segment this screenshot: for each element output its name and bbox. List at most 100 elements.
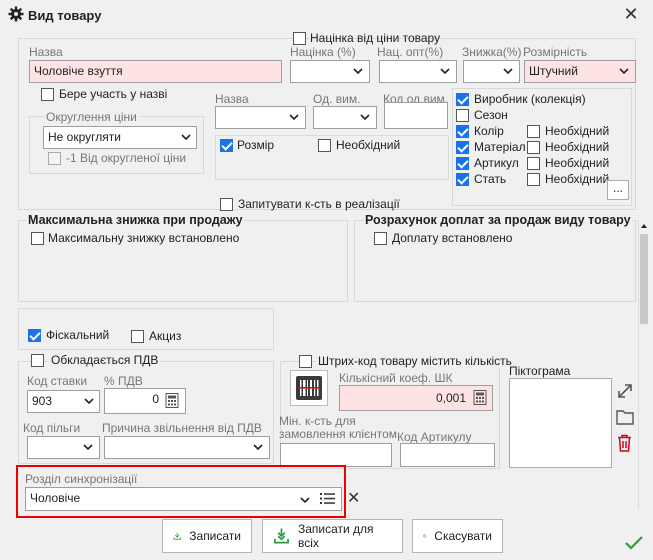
excise-checkbox[interactable] (131, 330, 144, 343)
cancel-icon (423, 534, 427, 538)
attr-required-label: Необхідний (545, 140, 610, 154)
size-required-label: Необхідний (336, 138, 401, 152)
calculator-icon[interactable] (473, 390, 487, 405)
chevron-down-icon (289, 114, 299, 121)
attr-checkbox[interactable] (456, 157, 469, 170)
min-qty-input[interactable] (280, 443, 392, 467)
more-attributes-button[interactable]: ... (607, 180, 629, 200)
ask-qty-checkbox[interactable] (220, 198, 233, 211)
opt-markup-select[interactable] (379, 60, 457, 83)
markup-select[interactable] (290, 60, 370, 83)
folder-icon[interactable] (616, 409, 634, 425)
chevron-down-icon (181, 134, 191, 141)
attr-required-checkbox[interactable] (527, 157, 540, 170)
excise-label: Акциз (149, 329, 182, 343)
save-button-label: Записати (189, 529, 241, 543)
markup-label: Націнка (%) (290, 45, 356, 59)
attr-checkbox[interactable] (456, 109, 469, 122)
name-input[interactable]: Чоловіче взуття (29, 60, 282, 83)
vat-taxed-checkbox[interactable] (31, 354, 44, 367)
window-title: Вид товару (28, 8, 102, 23)
list-icon[interactable] (320, 492, 335, 505)
scrollbar-thumb[interactable] (640, 234, 648, 324)
save-all-button-label: Записати для всіх (297, 522, 374, 550)
exemption-reason-label: Причина звільнення від ПДВ (102, 421, 262, 435)
attr-checkbox[interactable] (456, 125, 469, 138)
markup-from-price-checkbox[interactable] (293, 32, 306, 45)
barcode-qty-checkbox[interactable] (299, 355, 312, 368)
attr-label: Матеріал (474, 140, 526, 154)
barcode-icon (296, 376, 322, 400)
barcode-qty-label: Штрих-код товару містить кількість (316, 354, 514, 368)
size-required-checkbox[interactable] (318, 139, 331, 152)
attr-label: Стать (474, 172, 507, 186)
size-grid-label: Розмірність (523, 45, 588, 59)
save-button[interactable]: Записати (162, 519, 252, 553)
pictogram-label: Піктограма (509, 364, 571, 378)
exemption-reason-select[interactable] (104, 436, 270, 459)
rounding-select[interactable]: Не округляти (43, 126, 197, 149)
participates-in-name-checkbox[interactable] (41, 88, 54, 101)
attr-required-label: Необхідний (545, 172, 610, 186)
attr-checkbox[interactable] (456, 173, 469, 186)
barcode-button[interactable] (290, 370, 328, 406)
scroll-up-icon[interactable] (639, 221, 649, 231)
sub-name-select[interactable] (215, 106, 306, 129)
gear-icon (8, 6, 24, 22)
checkmark-icon (625, 536, 643, 550)
surcharge-section-title: Розрахунок доплат за продаж виду товару (364, 213, 632, 227)
barcode-coef-input[interactable]: 0,001 (339, 385, 493, 411)
surcharge-label: Доплату встановлено (392, 231, 513, 245)
chevron-down-icon (83, 444, 93, 451)
unit-label: Од. вим. (313, 92, 361, 106)
chevron-down-icon (253, 444, 263, 451)
attr-required-checkbox[interactable] (527, 173, 540, 186)
article-code-input[interactable] (400, 443, 495, 467)
download-icon (173, 532, 181, 540)
sync-label: Розділ синхронізації (25, 472, 138, 486)
unit-code-input[interactable] (384, 102, 448, 129)
sub-name-label: Назва (215, 92, 249, 106)
attr-label: Сезон (474, 108, 508, 122)
pictogram-box[interactable] (509, 378, 612, 468)
participates-in-name-label: Бере участь у назві (59, 87, 168, 101)
trash-icon[interactable] (617, 434, 632, 452)
benefit-code-select[interactable] (27, 436, 100, 459)
min-qty-label: Мін. к-сть для замовлення клієнтом (279, 414, 398, 441)
discount-section-title: Максимальна знижка при продажу (27, 213, 244, 227)
discount-select[interactable] (463, 60, 520, 83)
vat-percent-label: % ПДВ (104, 374, 143, 388)
fiscal-label: Фіскальний (46, 328, 110, 342)
cancel-button[interactable]: Скасувати (412, 519, 503, 553)
save-all-button[interactable]: Записати для всіх (262, 519, 403, 553)
sync-select[interactable]: Чоловіче (25, 487, 342, 511)
rounding-label: Округлення ціни (44, 110, 139, 124)
attr-checkbox[interactable] (456, 141, 469, 154)
attr-required-checkbox[interactable] (527, 141, 540, 154)
vat-taxed-label: Обкладається ПДВ (49, 353, 161, 367)
calculator-icon[interactable] (165, 393, 179, 408)
cancel-button-label: Скасувати (434, 529, 492, 543)
max-discount-label: Максимальну знижку встановлено (48, 231, 240, 245)
attr-required-label: Необхідний (545, 156, 610, 170)
unit-select[interactable] (313, 106, 377, 129)
minus-one-checkbox[interactable] (48, 152, 61, 165)
name-label: Назва (29, 45, 63, 59)
benefit-code-label: Код пільги (23, 421, 81, 435)
sync-clear-button[interactable]: ✕ (347, 491, 361, 507)
size-checkbox[interactable] (220, 139, 233, 152)
rate-code-label: Код ставки (27, 374, 88, 388)
attr-required-checkbox[interactable] (527, 125, 540, 138)
chevron-down-icon[interactable] (300, 495, 310, 505)
fiscal-checkbox[interactable] (28, 329, 41, 342)
surcharge-checkbox[interactable] (374, 232, 387, 245)
attr-checkbox[interactable] (456, 93, 469, 106)
close-button[interactable]: ✕ (619, 3, 643, 27)
attr-label: Виробник (колекція) (474, 92, 586, 106)
attr-required-label: Необхідний (545, 124, 610, 138)
markup-from-price-label: Націнка від ціни товару (310, 31, 441, 45)
chevron-down-icon (619, 68, 629, 75)
max-discount-checkbox[interactable] (31, 232, 44, 245)
size-label: Розмір (237, 138, 275, 152)
expand-icon[interactable] (616, 382, 634, 400)
